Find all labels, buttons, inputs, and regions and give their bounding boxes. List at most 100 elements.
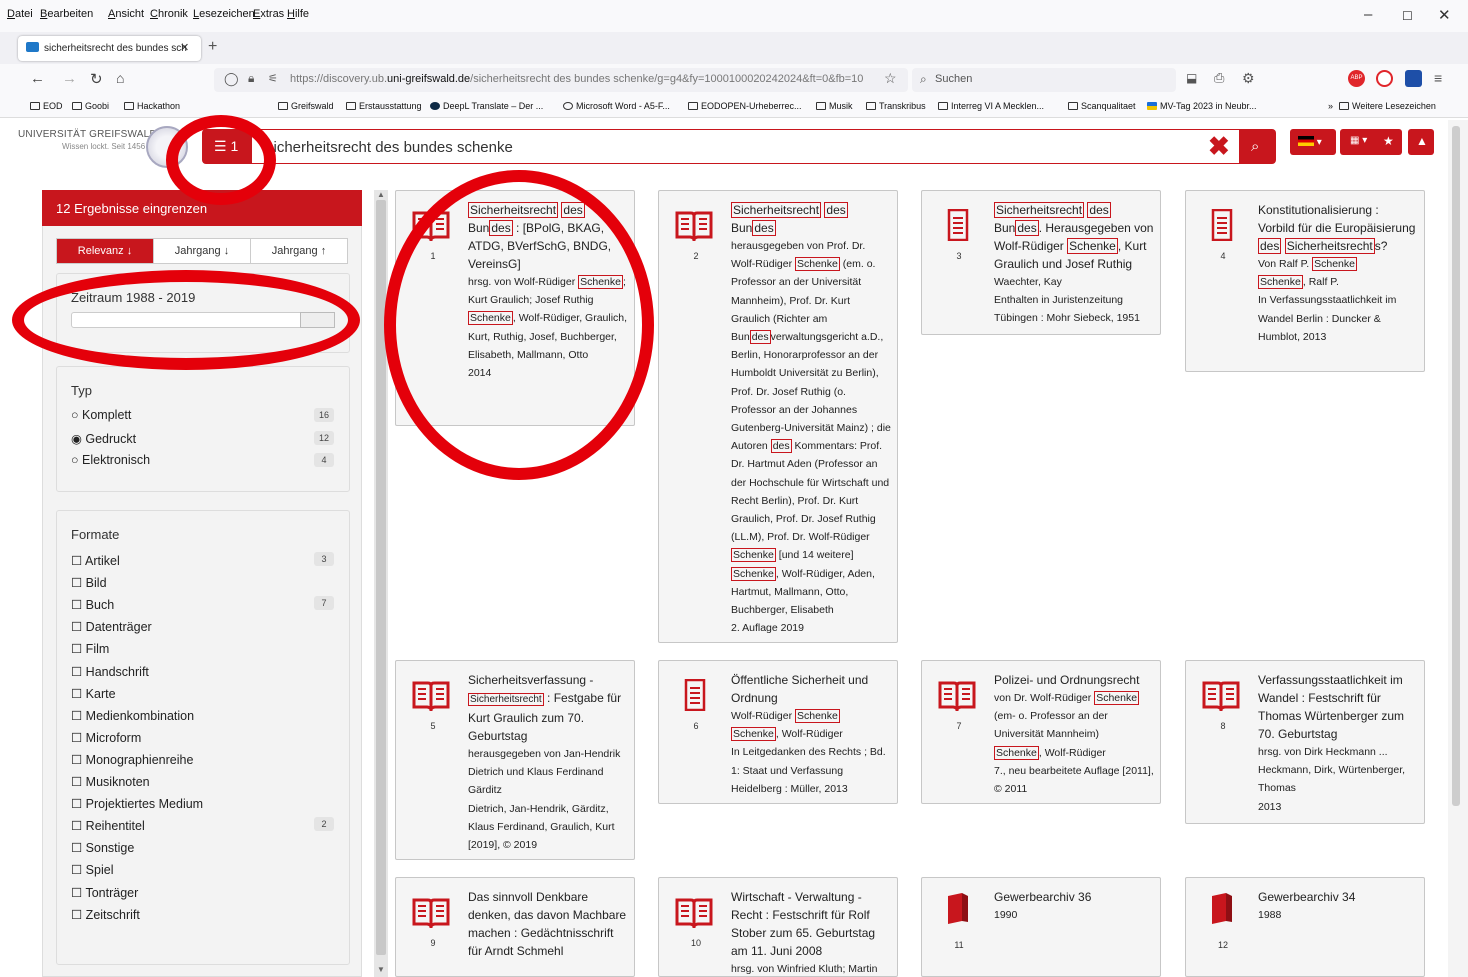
result-card[interactable]: 2 Sicherheitsrecht des Bun des herausgegebe… (658, 190, 898, 643)
bookmark-item[interactable]: Erstausstattung (346, 101, 422, 111)
extension-red-icon[interactable] (1376, 70, 1393, 87)
result-title[interactable]: Öffentliche Sicherheit und Ordnung (731, 671, 891, 707)
result-title[interactable]: Das sinnvoll Denkbare denken, das davon … (468, 888, 628, 960)
bookmark-item[interactable]: Hackathon (124, 101, 180, 111)
type-option-komplett[interactable]: ○ Komplett (71, 408, 131, 422)
university-seal-icon[interactable] (146, 126, 188, 168)
scroll-down-icon[interactable]: ▼ (377, 965, 385, 974)
lock-icon[interactable]: 🔒︎ (248, 71, 254, 86)
bookmark-item[interactable]: Musik (816, 101, 853, 111)
adblock-icon[interactable]: ABP (1348, 70, 1365, 87)
new-tab-icon[interactable]: + (208, 38, 217, 56)
account-button[interactable]: ▲ (1408, 129, 1434, 155)
format-option-artikel[interactable]: ☐ Artikel (71, 553, 120, 568)
result-card[interactable]: 8 Verfassungsstaatlichkeit im Wandel : Fe… (1185, 660, 1425, 824)
result-card[interactable]: 11 Gewerbearchiv 36 1990 (921, 877, 1161, 977)
result-card[interactable]: 1 Sicherheitsrecht des Bun des : [BPolG, B… (395, 190, 635, 426)
result-card[interactable]: 12 Gewerbearchiv 34 1988 (1185, 877, 1425, 977)
search-button[interactable]: ⌕ (1240, 129, 1276, 164)
favorites-button[interactable]: ★ (1376, 129, 1402, 155)
page-scrollbar-thumb[interactable] (1452, 126, 1460, 806)
result-card[interactable]: 4 Konstitutionalisierung : Vorbild für di… (1185, 190, 1425, 372)
bookmark-item[interactable]: EOD (30, 101, 63, 111)
format-option-datenträger[interactable]: ☐ Datenträger (71, 619, 152, 634)
minimize-icon[interactable]: – (1364, 6, 1372, 23)
search-query-text[interactable]: sicherheitsrecht des bundes schenke (266, 139, 513, 156)
result-title[interactable]: Polizei- und Ordnungsrecht (994, 671, 1154, 689)
menu-datei[interactable]: Datei (7, 8, 33, 20)
bookmark-item[interactable]: » Weitere Lesezeichen (1328, 101, 1436, 111)
bookmark-item[interactable]: Greifswald (278, 101, 334, 111)
format-option-tonträger[interactable]: ☐ Tonträger (71, 885, 138, 900)
reload-icon[interactable]: ↻ (90, 70, 103, 88)
result-title[interactable]: Verfassungsstaatlichkeit im Wandel : Fes… (1258, 671, 1418, 743)
university-logo-text[interactable]: UNIVERSITÄT GREIFSWALD (18, 129, 157, 140)
bookmark-item[interactable]: EODOPEN-Urheberrec... (688, 101, 802, 111)
maximize-icon[interactable]: ☐ (1402, 9, 1413, 23)
format-option-karte[interactable]: ☐ Karte (71, 686, 116, 701)
format-option-sonstige[interactable]: ☐ Sonstige (71, 840, 134, 855)
type-option-elektronisch[interactable]: ○ Elektronisch (71, 453, 150, 467)
type-option-gedruckt[interactable]: ◉ Gedruckt (71, 431, 136, 446)
result-card[interactable]: 9 Das sinnvoll Denkbare denken, das davon… (395, 877, 635, 977)
downloads-icon[interactable]: ⬓ (1186, 71, 1197, 85)
bookmark-item[interactable]: Transkribus (866, 101, 926, 111)
forward-icon[interactable]: → (62, 70, 77, 87)
result-card[interactable]: 6 Öffentliche Sicherheit und Ordnung Wolf-… (658, 660, 898, 804)
url-text[interactable]: https://discovery.ub.uni-greifswald.de/s… (290, 73, 882, 85)
sort-relevance-button[interactable]: Relevanz ↓ (57, 239, 153, 263)
bookmark-item[interactable]: Scanqualitaet (1068, 101, 1136, 111)
menu-hilfe[interactable]: Hilfe (287, 8, 309, 20)
bookmark-star-icon[interactable]: ☆ (884, 70, 897, 87)
bookmark-item[interactable]: Goobi (72, 101, 109, 111)
settings-gear-icon[interactable]: ⚙ (1242, 70, 1255, 87)
permissions-icon[interactable]: ⚟ (268, 72, 278, 85)
format-option-film[interactable]: ☐ Film (71, 641, 109, 656)
home-icon[interactable]: ⌂ (116, 70, 124, 86)
result-card[interactable]: 7 Polizei- und Ordnungsrecht von Dr. Wolf-… (921, 660, 1161, 804)
bookmark-item[interactable]: Microsoft Word - A5-F... (563, 101, 670, 111)
format-option-reihentitel[interactable]: ☐ Reihentitel (71, 818, 145, 833)
result-title[interactable]: Sicherheitsrecht des Bun des. Herausgegeb… (994, 201, 1154, 273)
print-icon[interactable]: ⎙ (1214, 70, 1224, 86)
menu-extras[interactable]: Extras (253, 8, 284, 20)
format-option-microform[interactable]: ☐ Microform (71, 730, 141, 745)
hamburger-menu-icon[interactable]: ≡ (1434, 70, 1442, 86)
format-option-spiel[interactable]: ☐ Spiel (71, 862, 113, 877)
result-card[interactable]: 5 Sicherheitsverfassung - Sicherheitsrech… (395, 660, 635, 860)
result-title[interactable]: Wirtschaft - Verwaltung - Recht : Festsc… (731, 888, 891, 960)
date-range-handle[interactable] (300, 312, 335, 328)
format-option-zeitschrift[interactable]: ☐ Zeitschrift (71, 907, 140, 922)
result-card[interactable]: 10 Wirtschaft - Verwaltung - Recht : Fest… (658, 877, 898, 977)
result-title[interactable]: Sicherheitsrecht des Bun des : [BPolG, BK… (468, 201, 628, 273)
filter-button[interactable]: ☰ 1 (202, 129, 252, 164)
back-icon[interactable]: ← (30, 70, 45, 87)
format-option-monographienreihe[interactable]: ☐ Monographienreihe (71, 752, 193, 767)
browser-tab[interactable]: sicherheitsrecht des bundes sch (18, 36, 201, 61)
format-option-projektiertes-medium[interactable]: ☐ Projektiertes Medium (71, 796, 203, 811)
result-title[interactable]: Gewerbearchiv 36 (994, 888, 1154, 906)
date-range-slider[interactable] (71, 312, 335, 328)
format-option-handschrift[interactable]: ☐ Handschrift (71, 664, 149, 679)
format-option-medienkombination[interactable]: ☐ Medienkombination (71, 708, 194, 723)
menu-lesezeichen[interactable]: Lesezeichen (193, 8, 255, 20)
bookmark-item[interactable]: Interreg VI A Mecklen... (938, 101, 1044, 111)
bookmark-item[interactable]: DeepL Translate – Der ... (430, 101, 543, 111)
results-scrollbar-thumb[interactable] (376, 200, 386, 955)
format-option-musiknoten[interactable]: ☐ Musiknoten (71, 774, 150, 789)
sort-year-asc-button[interactable]: Jahrgang ↑ (250, 239, 347, 263)
result-title[interactable]: Gewerbearchiv 34 (1258, 888, 1418, 906)
window-close-icon[interactable]: ✕ (1438, 6, 1451, 24)
shield-icon[interactable]: ◯ (224, 71, 239, 87)
format-option-bild[interactable]: ☐ Bild (71, 575, 107, 590)
tab-close-icon[interactable]: ✕ (180, 41, 189, 54)
bookmark-item[interactable]: MV-Tag 2023 in Neubr... (1147, 101, 1257, 111)
extension-blue-icon[interactable] (1405, 70, 1422, 87)
clear-search-icon[interactable]: ✖ (1208, 132, 1230, 160)
result-card[interactable]: 3 Sicherheitsrecht des Bun des. Herausgege… (921, 190, 1161, 335)
menu-bearbeiten[interactable]: Bearbeiten (40, 8, 93, 20)
menu-ansicht[interactable]: Ansicht (108, 8, 144, 20)
sort-year-desc-button[interactable]: Jahrgang ↓ (153, 239, 250, 263)
result-title[interactable]: Sicherheitsrecht des Bun des (731, 201, 891, 237)
result-title[interactable]: Konstitutionalisierung : Vorbild für die… (1258, 201, 1418, 255)
